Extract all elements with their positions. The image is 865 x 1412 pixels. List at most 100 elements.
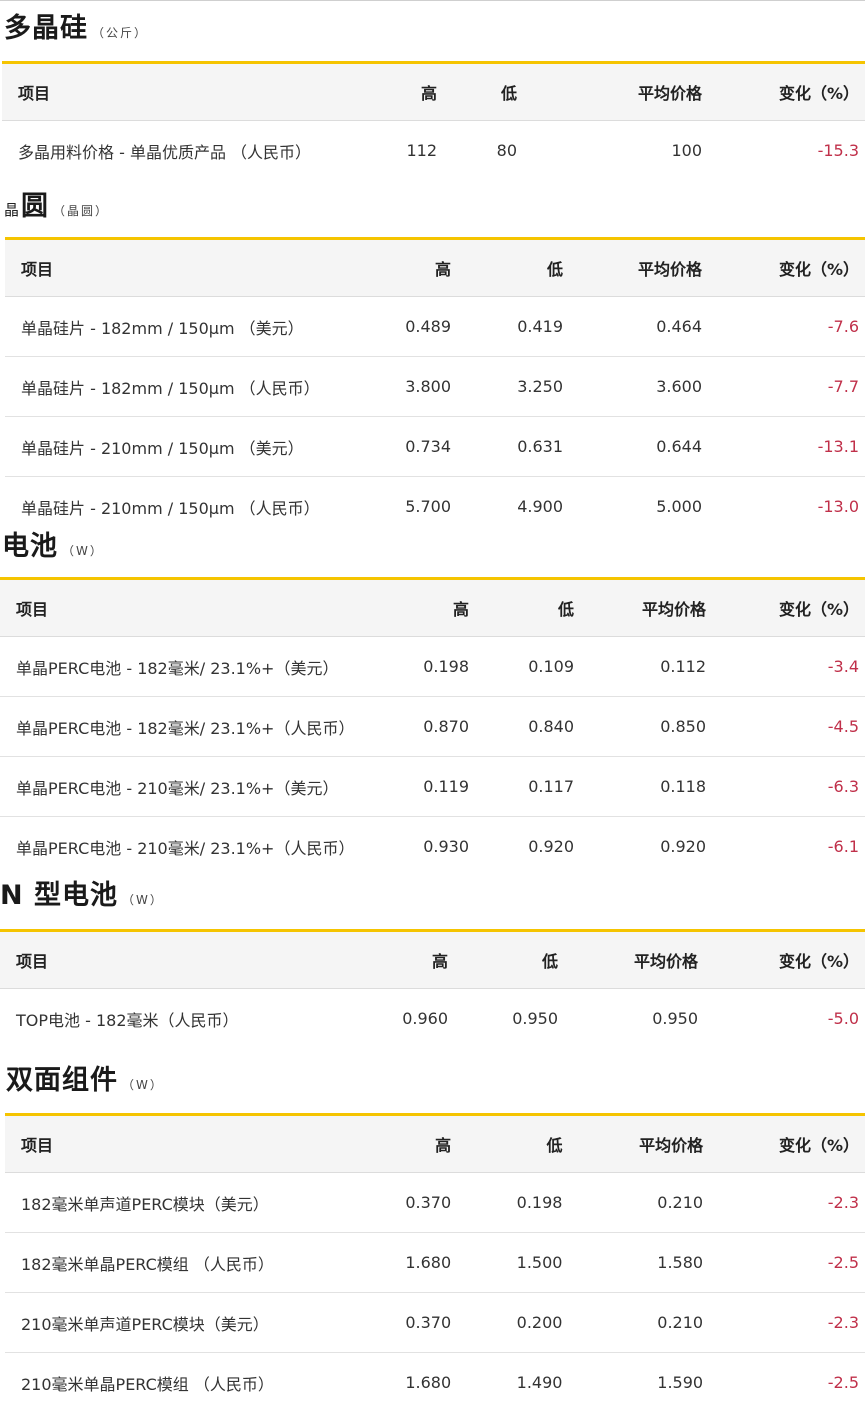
row-low: 4.900 bbox=[451, 477, 563, 537]
table-row: 单晶PERC电池 - 210毫米/ 23.1%+（美元） 0.119 0.117… bbox=[0, 757, 865, 817]
section-title-wafer: 晶圆（晶圆） bbox=[4, 184, 109, 223]
row-item: 210毫米单声道PERC模块（美元） bbox=[5, 1293, 395, 1353]
col-header-high: 高 bbox=[362, 63, 437, 121]
col-header-item: 项目 bbox=[0, 931, 395, 989]
col-header-change: 变化（%） bbox=[703, 1115, 865, 1173]
row-change: -4.5 bbox=[706, 697, 865, 757]
row-high: 1.680 bbox=[395, 1233, 452, 1293]
row-low: 0.631 bbox=[451, 417, 563, 477]
row-item: 182毫米单晶PERC模组 （人民币） bbox=[5, 1233, 395, 1293]
row-item: 单晶硅片 - 210mm / 150μm （美元） bbox=[5, 417, 385, 477]
row-item: 单晶PERC电池 - 210毫米/ 23.1%+（人民币） bbox=[0, 817, 402, 877]
table-row: 单晶硅片 - 210mm / 150μm （人民币） 5.700 4.900 5… bbox=[5, 477, 865, 537]
section-title-text: 双面组件 bbox=[6, 1065, 118, 1096]
row-change: -2.3 bbox=[703, 1293, 865, 1353]
row-item: 单晶硅片 - 182mm / 150μm （美元） bbox=[5, 297, 385, 357]
wafer-price-table: 项目 高 低 平均价格 变化（%） 单晶硅片 - 182mm / 150μm （… bbox=[5, 237, 865, 536]
table-row: 单晶硅片 - 182mm / 150μm （人民币） 3.800 3.250 3… bbox=[5, 357, 865, 417]
col-header-low: 低 bbox=[469, 579, 574, 637]
table-row: 单晶硅片 - 182mm / 150μm （美元） 0.489 0.419 0.… bbox=[5, 297, 865, 357]
row-item: 单晶PERC电池 - 182毫米/ 23.1%+（人民币） bbox=[0, 697, 402, 757]
col-header-change: 变化（%） bbox=[702, 239, 865, 297]
row-avg: 0.464 bbox=[563, 297, 702, 357]
row-avg: 0.920 bbox=[574, 817, 706, 877]
row-item: 多晶用料价格 - 单晶优质产品 （人民币） bbox=[2, 121, 362, 181]
row-low: 80 bbox=[437, 121, 517, 181]
table-row: 多晶用料价格 - 单晶优质产品 （人民币） 112 80 100 -15.3 bbox=[2, 121, 865, 181]
row-high: 0.870 bbox=[402, 697, 469, 757]
col-header-low: 低 bbox=[437, 63, 517, 121]
row-avg: 3.600 bbox=[563, 357, 702, 417]
top-border bbox=[0, 0, 865, 1]
row-item: 单晶PERC电池 - 210毫米/ 23.1%+（美元） bbox=[0, 757, 402, 817]
section-unit: （晶圆） bbox=[53, 204, 109, 218]
row-high: 0.370 bbox=[395, 1293, 452, 1353]
table-header-row: 项目 高 低 平均价格 变化（%） bbox=[5, 1115, 865, 1173]
row-change: -7.7 bbox=[702, 357, 865, 417]
row-avg: 100 bbox=[517, 121, 702, 181]
section-title-text: 电池 bbox=[2, 531, 58, 562]
row-change: -6.1 bbox=[706, 817, 865, 877]
col-header-avg: 平均价格 bbox=[563, 239, 702, 297]
table-row: 182毫米单声道PERC模块（美元） 0.370 0.198 0.210 -2.… bbox=[5, 1173, 865, 1233]
table-row: 182毫米单晶PERC模组 （人民币） 1.680 1.500 1.580 -2… bbox=[5, 1233, 865, 1293]
cell-price-table: 项目 高 低 平均价格 变化（%） 单晶PERC电池 - 182毫米/ 23.1… bbox=[0, 577, 865, 876]
section-title-polysilicon: 多晶硅 （公斤） bbox=[4, 6, 148, 45]
row-low: 0.200 bbox=[451, 1293, 562, 1353]
table-row: TOP电池 - 182毫米（人民币） 0.960 0.950 0.950 -5.… bbox=[0, 989, 865, 1049]
col-header-high: 高 bbox=[395, 931, 448, 989]
row-low: 0.920 bbox=[469, 817, 574, 877]
row-low: 0.419 bbox=[451, 297, 563, 357]
row-change: -15.3 bbox=[702, 121, 865, 181]
polysilicon-price-table: 项目 高 低 平均价格 变化（%） 多晶用料价格 - 单晶优质产品 （人民币） … bbox=[2, 61, 865, 180]
table-row: 单晶PERC电池 - 182毫米/ 23.1%+（美元） 0.198 0.109… bbox=[0, 637, 865, 697]
row-avg: 1.580 bbox=[562, 1233, 703, 1293]
col-header-high: 高 bbox=[402, 579, 469, 637]
row-low: 1.490 bbox=[451, 1353, 562, 1412]
row-change: -2.3 bbox=[703, 1173, 865, 1233]
col-header-item: 项目 bbox=[2, 63, 362, 121]
table-header-row: 项目 高 低 平均价格 变化（%） bbox=[2, 63, 865, 121]
col-header-avg: 平均价格 bbox=[574, 579, 706, 637]
table-row: 单晶硅片 - 210mm / 150μm （美元） 0.734 0.631 0.… bbox=[5, 417, 865, 477]
row-avg: 0.850 bbox=[574, 697, 706, 757]
row-change: -13.1 bbox=[702, 417, 865, 477]
section-unit: （公斤） bbox=[92, 26, 148, 40]
row-high: 0.734 bbox=[385, 417, 451, 477]
table-header-row: 项目 高 低 平均价格 变化（%） bbox=[5, 239, 865, 297]
col-header-low: 低 bbox=[448, 931, 558, 989]
section-title-text: N 型电池 bbox=[0, 880, 118, 911]
row-high: 0.489 bbox=[385, 297, 451, 357]
row-low: 3.250 bbox=[451, 357, 563, 417]
col-header-item: 项目 bbox=[0, 579, 402, 637]
row-low: 0.950 bbox=[448, 989, 558, 1049]
section-unit: （W） bbox=[122, 1078, 164, 1092]
bifacial-module-price-table: 项目 高 低 平均价格 变化（%） 182毫米单声道PERC模块（美元） 0.3… bbox=[5, 1113, 865, 1412]
section-title-bifacial-modules: 双面组件 （W） bbox=[6, 1058, 164, 1097]
row-change: -7.6 bbox=[702, 297, 865, 357]
col-header-avg: 平均价格 bbox=[562, 1115, 703, 1173]
row-low: 1.500 bbox=[451, 1233, 562, 1293]
col-header-low: 低 bbox=[451, 239, 563, 297]
section-title-cells: 电池 （W） bbox=[2, 524, 104, 563]
col-header-high: 高 bbox=[385, 239, 451, 297]
row-high: 5.700 bbox=[385, 477, 451, 537]
row-high: 0.930 bbox=[402, 817, 469, 877]
row-low: 0.109 bbox=[469, 637, 574, 697]
section-title-n-type-cells: N 型电池（W） bbox=[0, 873, 164, 912]
row-high: 112 bbox=[362, 121, 437, 181]
section-unit: （W） bbox=[62, 544, 104, 558]
row-low: 0.198 bbox=[451, 1173, 562, 1233]
row-item: 210毫米单晶PERC模组 （人民币） bbox=[5, 1353, 395, 1412]
table-row: 210毫米单声道PERC模块（美元） 0.370 0.200 0.210 -2.… bbox=[5, 1293, 865, 1353]
row-low: 0.840 bbox=[469, 697, 574, 757]
section-title-text: 多晶硅 bbox=[4, 13, 88, 44]
row-avg: 0.210 bbox=[562, 1173, 703, 1233]
row-high: 0.960 bbox=[395, 989, 448, 1049]
col-header-change: 变化（%） bbox=[698, 931, 865, 989]
row-avg: 0.112 bbox=[574, 637, 706, 697]
row-item: 单晶硅片 - 182mm / 150μm （人民币） bbox=[5, 357, 385, 417]
n-type-cell-price-table: 项目 高 低 平均价格 变化（%） TOP电池 - 182毫米（人民币） 0.9… bbox=[0, 929, 865, 1048]
section-title-prefix: 晶 bbox=[4, 201, 19, 219]
table-row: 单晶PERC电池 - 182毫米/ 23.1%+（人民币） 0.870 0.84… bbox=[0, 697, 865, 757]
